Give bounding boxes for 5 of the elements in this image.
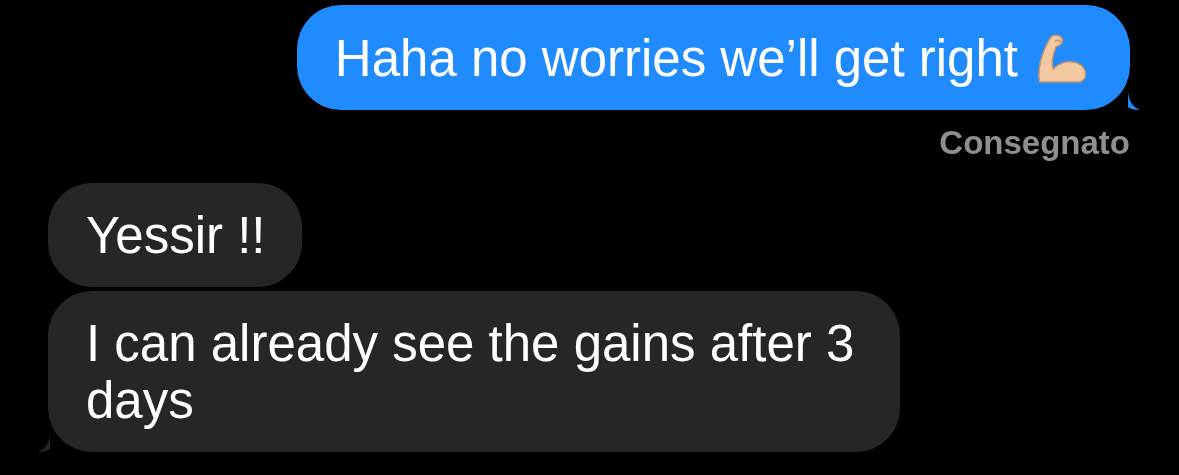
delivery-status: Consegnato: [939, 124, 1130, 162]
bubble-tail: [38, 434, 50, 452]
message-text: Haha no worries we’ll get right: [334, 29, 1018, 87]
bubble-tail: [1128, 92, 1140, 110]
message-bubble: Yessir !!: [48, 183, 302, 287]
